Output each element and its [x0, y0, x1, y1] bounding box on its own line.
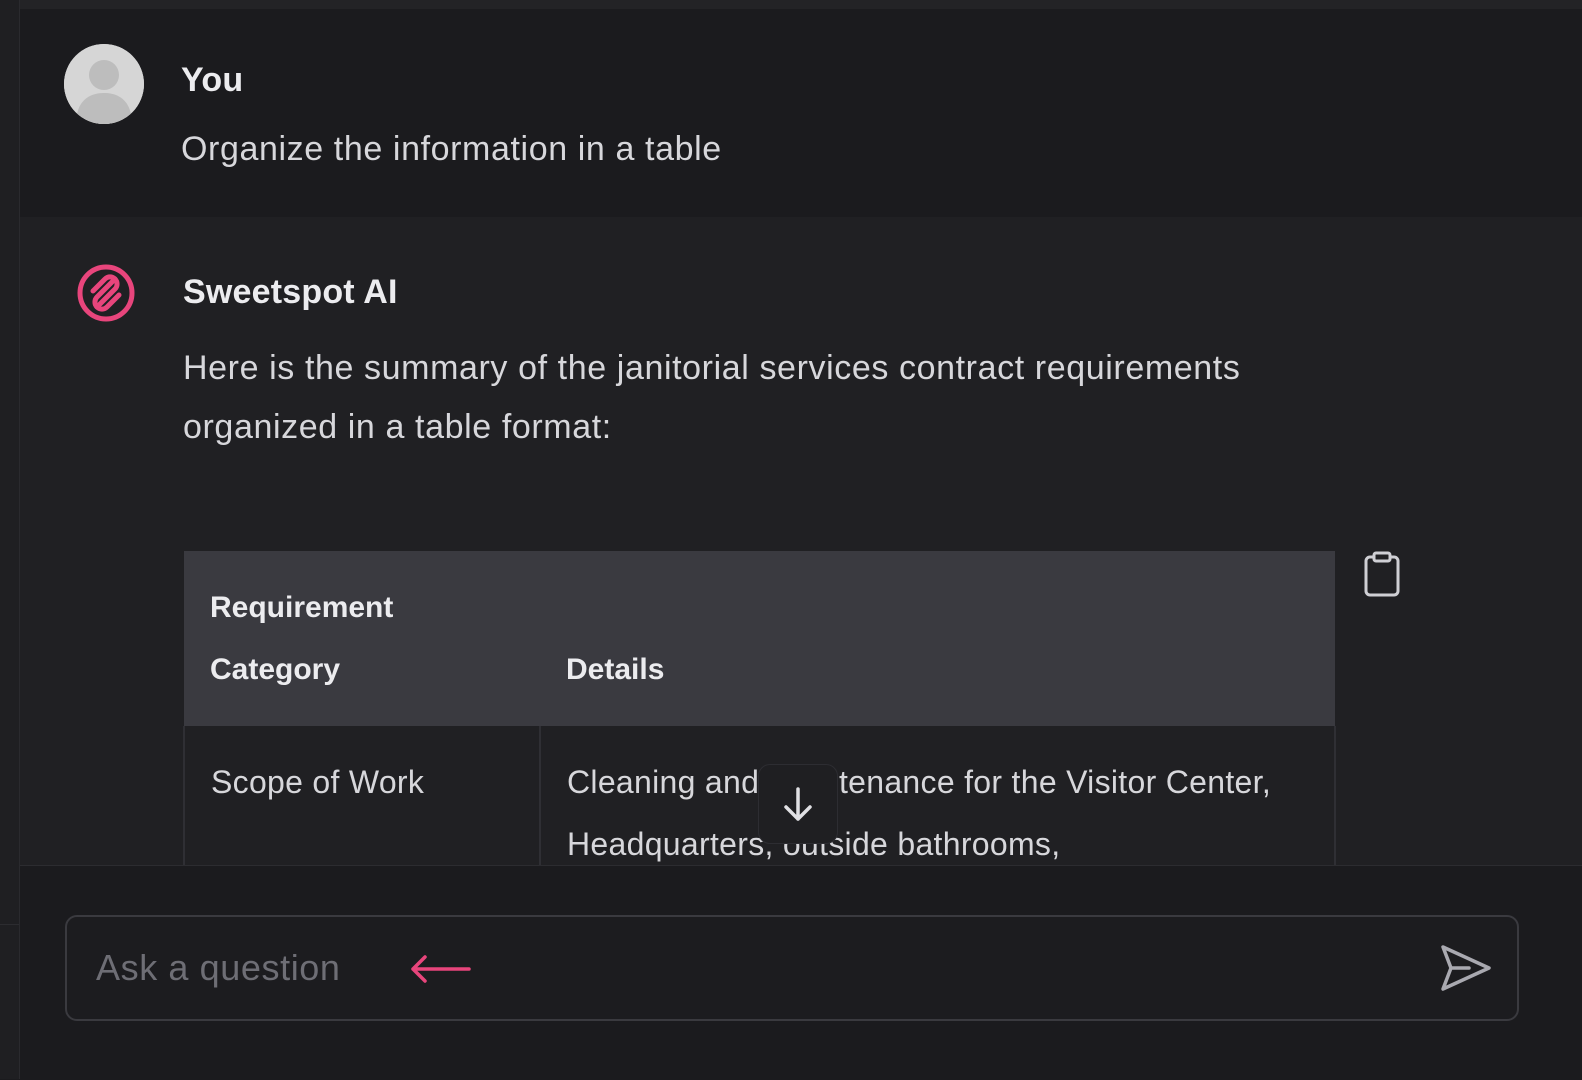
ai-sender-name: Sweetspot AI: [183, 273, 398, 311]
input-placeholder: Ask a question: [96, 947, 341, 988]
table-header-details: Details: [566, 653, 665, 686]
send-icon[interactable]: [1439, 943, 1493, 993]
question-input[interactable]: Ask a question: [65, 915, 1519, 1021]
user-message-text: Organize the information in a table: [181, 130, 722, 168]
arrow-left-icon: [411, 955, 471, 983]
table-header-category: Requirement Category: [210, 591, 394, 686]
arrow-down-icon: [784, 787, 812, 821]
table-header-row: Requirement Category Details: [184, 551, 1335, 726]
user-sender-name: You: [181, 61, 244, 99]
user-message: You Organize the information in a table: [20, 9, 1582, 217]
table-cell-details: Cleaning and maintenance for the Visitor…: [539, 726, 1336, 865]
chat-window: You Organize the information in a table …: [0, 0, 1582, 1080]
divider: [0, 924, 19, 925]
input-area: Ask a question: [20, 865, 1582, 1080]
scroll-down-button[interactable]: [758, 764, 838, 844]
clipboard-icon[interactable]: [1362, 551, 1402, 599]
sweetspot-logo-icon: [77, 264, 135, 322]
user-avatar-icon: [64, 44, 144, 124]
sidebar-edge: [0, 0, 20, 1079]
ai-message-text: Here is the summary of the janitorial se…: [183, 349, 1241, 446]
top-bar: [20, 0, 1582, 9]
table-cell-category: Scope of Work: [183, 726, 541, 865]
